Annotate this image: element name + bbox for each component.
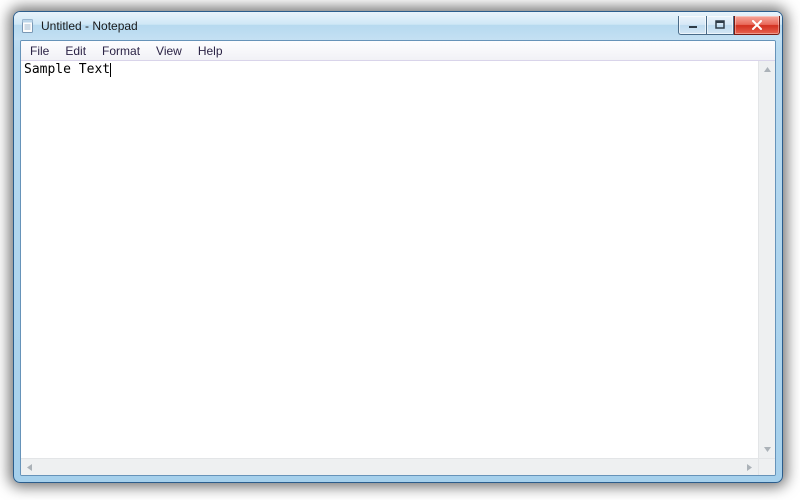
horizontal-scrollbar[interactable]: [21, 458, 758, 475]
scroll-up-icon[interactable]: [759, 61, 776, 78]
scroll-left-icon[interactable]: [21, 459, 38, 476]
client-area: File Edit Format View Help Sample Text: [20, 40, 776, 476]
menu-help[interactable]: Help: [190, 42, 231, 60]
text-caret: [110, 63, 111, 77]
close-button[interactable]: [734, 16, 780, 35]
notepad-icon: [20, 18, 36, 34]
vscroll-track[interactable]: [759, 78, 775, 441]
menu-format[interactable]: Format: [94, 42, 148, 60]
text-editor[interactable]: Sample Text: [21, 61, 758, 458]
window-controls: [678, 16, 780, 35]
editor-content: Sample Text: [24, 62, 110, 77]
titlebar[interactable]: Untitled - Notepad: [14, 12, 782, 40]
menu-view[interactable]: View: [148, 42, 190, 60]
hscroll-track[interactable]: [38, 459, 741, 475]
menu-edit[interactable]: Edit: [57, 42, 94, 60]
menu-bar: File Edit Format View Help: [21, 41, 775, 61]
maximize-button[interactable]: [706, 16, 734, 35]
window-title: Untitled - Notepad: [41, 19, 138, 33]
window: Untitled - Notepad File Edit Format View…: [13, 11, 783, 483]
resize-grip[interactable]: [758, 458, 775, 475]
vertical-scrollbar[interactable]: [758, 61, 775, 458]
menu-file[interactable]: File: [22, 42, 57, 60]
minimize-button[interactable]: [678, 16, 706, 35]
scroll-down-icon[interactable]: [759, 441, 776, 458]
scroll-right-icon[interactable]: [741, 459, 758, 476]
